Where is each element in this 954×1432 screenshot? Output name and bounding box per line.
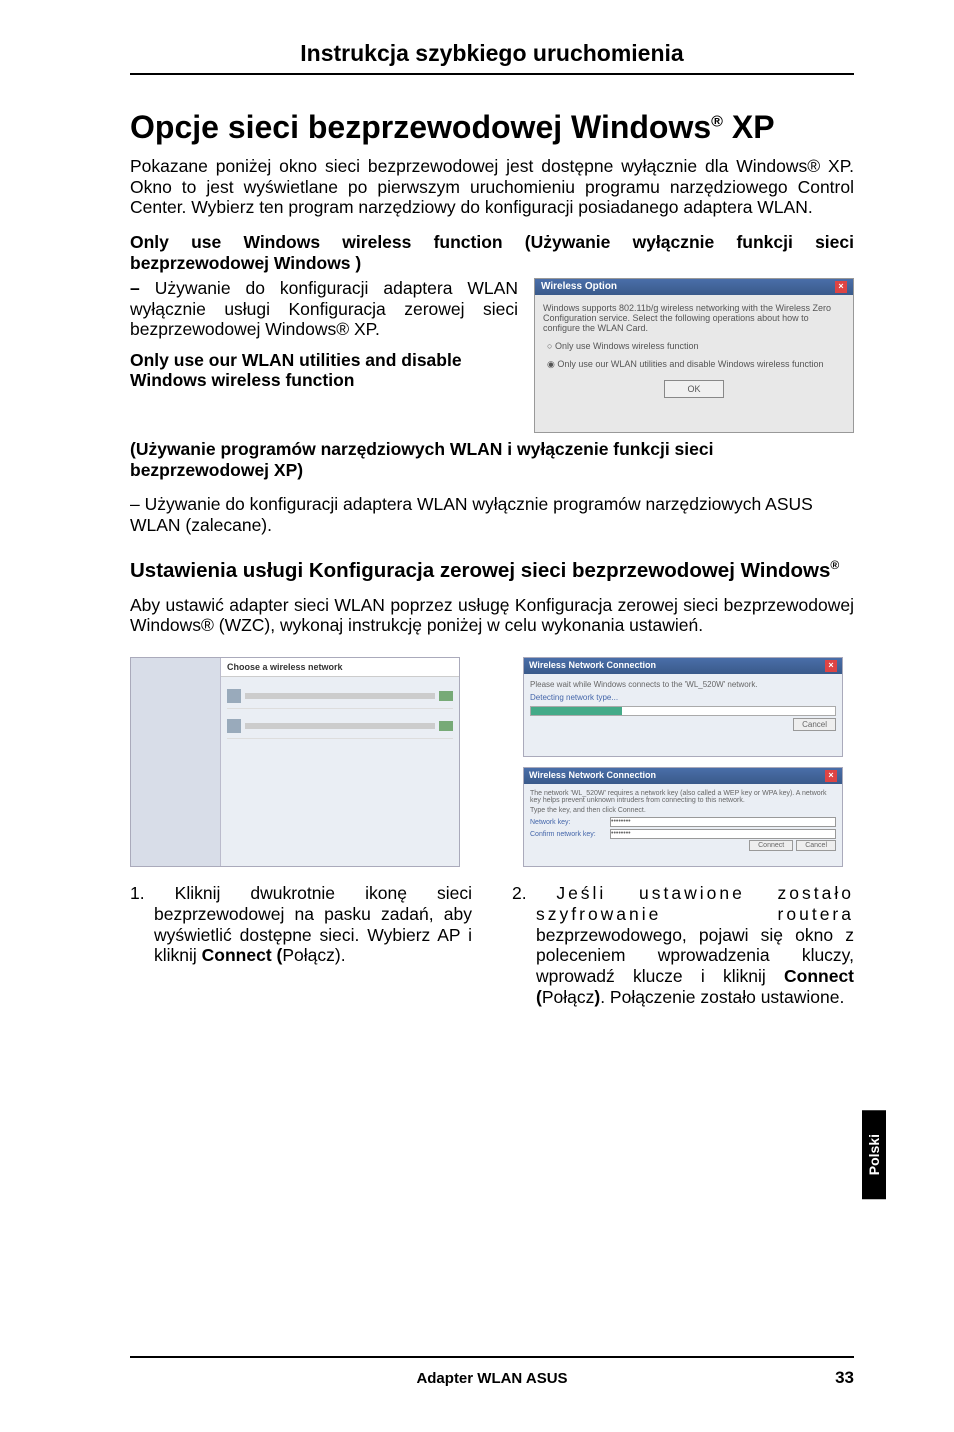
- dialog-title-text: Wireless Option: [541, 281, 617, 293]
- dialog-desc: Windows supports 802.11b/g wireless netw…: [543, 303, 845, 333]
- option1-text: Używanie do konfiguracji adaptera WLAN w…: [130, 278, 518, 339]
- wireless-option-dialog: Wireless Option × Windows supports 802.1…: [534, 278, 854, 433]
- close-icon[interactable]: ×: [825, 770, 837, 782]
- step2-b: . Połączenie zostało ustawione.: [600, 987, 844, 1007]
- step1-num: 1.: [130, 883, 175, 903]
- dialog-radio2[interactable]: ◉ Only use our WLAN utilities and disabl…: [543, 359, 845, 370]
- confirm-key-input[interactable]: ••••••••: [610, 829, 836, 839]
- h2-reg: ®: [830, 559, 839, 573]
- intro-paragraph: Pokazane poniżej okno sieci bezprzewodow…: [130, 156, 854, 218]
- close-icon[interactable]: ×: [835, 281, 847, 293]
- option1-body: – Używanie do konfiguracji adaptera WLAN…: [130, 278, 518, 340]
- page-footer: Adapter WLAN ASUS 33: [130, 1356, 854, 1388]
- dialog-ok-button[interactable]: OK: [664, 380, 724, 398]
- option2-body: – Używanie do konfiguracji adaptera WLAN…: [130, 494, 854, 535]
- header-title: Instrukcja szybkiego uruchomienia: [300, 40, 683, 66]
- screenshot-connect-dialogs: Wireless Network Connection× Please wait…: [523, 657, 843, 867]
- close-icon[interactable]: ×: [825, 660, 837, 672]
- step1-text: 1. Kliknij dwukrotnie ikonę sieci bezprz…: [130, 883, 472, 966]
- step1-b: Połącz).: [282, 945, 345, 965]
- main-heading: Opcje sieci bezprzewodowej Windows® XP: [130, 109, 854, 146]
- step2-mid: Połącz: [542, 987, 595, 1007]
- screenshot-choose-network: Choose a wireless network: [130, 657, 460, 867]
- footer-title: Adapter WLAN ASUS: [130, 1370, 854, 1387]
- page-number: 33: [835, 1368, 854, 1388]
- shot-left-title: Choose a wireless network: [221, 658, 459, 677]
- cancel-button[interactable]: Cancel: [793, 718, 836, 731]
- sub-heading: Ustawienia usługi Konfiguracja zerowej s…: [130, 557, 854, 585]
- h1-prefix: Opcje sieci bezprzewodowej Windows: [130, 109, 711, 145]
- step2-a-wide: Jeśli ustawione zostało: [556, 883, 854, 903]
- option1-dash: –: [130, 278, 155, 298]
- h1-reg: ®: [711, 113, 723, 130]
- screenshot-connecting: Wireless Network Connection× Please wait…: [523, 657, 843, 757]
- h2-body: Aby ustawić adapter sieci WLAN poprzez u…: [130, 595, 854, 635]
- option1-title: Only use Windows wireless function (Używ…: [130, 232, 854, 274]
- screenshot-key-entry: Wireless Network Connection× The network…: [523, 767, 843, 867]
- page-header: Instrukcja szybkiego uruchomienia: [130, 40, 854, 75]
- step1-bold: Connect (: [202, 945, 283, 965]
- cancel-button[interactable]: Cancel: [796, 840, 836, 851]
- step2-num: 2.: [512, 883, 556, 903]
- language-tab: Polski: [862, 1110, 886, 1199]
- option2-title-b: (Używanie programów narzędziowych WLAN i…: [130, 439, 854, 480]
- network-key-input[interactable]: ••••••••: [610, 817, 836, 827]
- dialog-radio1[interactable]: ○ Only use Windows wireless function: [543, 341, 845, 351]
- step2-text: 2. Jeśli ustawione zostało szyfrowanie r…: [512, 883, 854, 1007]
- h1-suffix: XP: [723, 109, 775, 145]
- connect-button[interactable]: Connect: [749, 840, 793, 851]
- h2-text: Ustawienia usługi Konfiguracja zerowej s…: [130, 559, 830, 582]
- option2-title-a: Only use our WLAN utilities and disable …: [130, 350, 518, 391]
- step2-a-wide2: szyfrowanie routera: [536, 904, 854, 924]
